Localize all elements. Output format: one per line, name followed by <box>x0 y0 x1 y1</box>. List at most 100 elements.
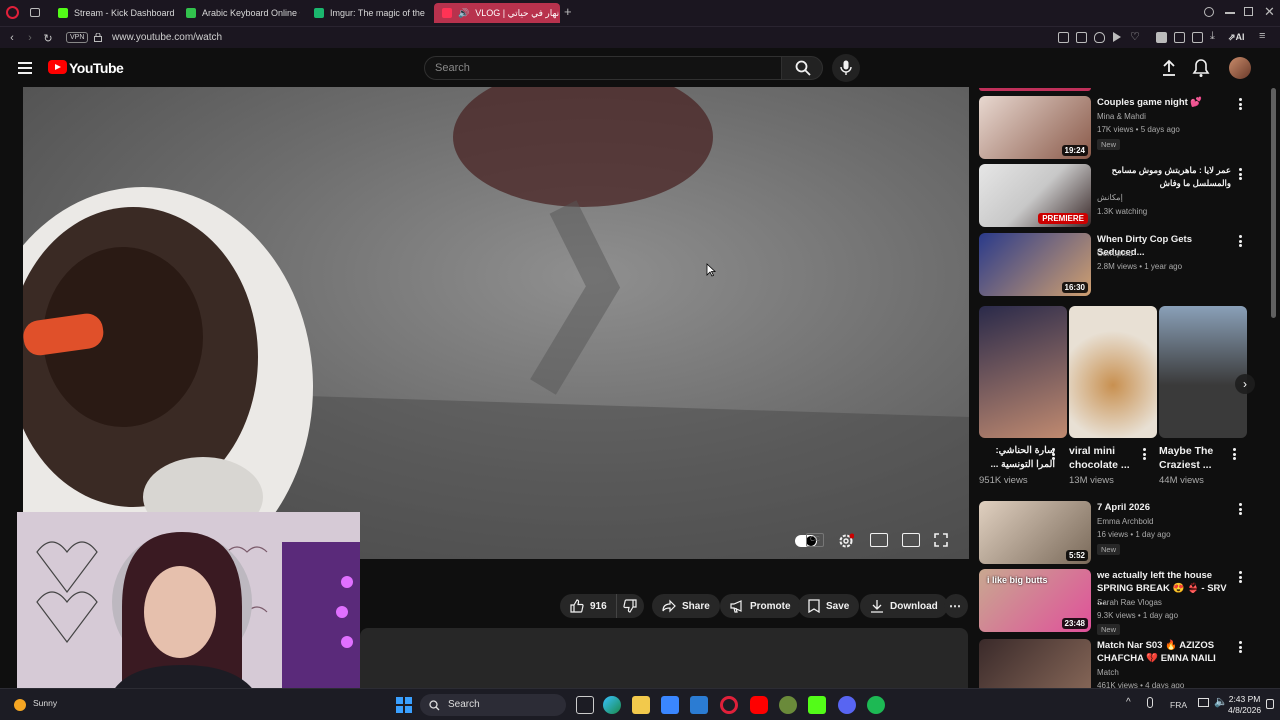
weather-sun-icon[interactable] <box>14 699 26 711</box>
weather-label[interactable]: Sunny <box>33 698 57 708</box>
shorts-next-button[interactable]: › <box>1235 374 1255 394</box>
video-thumbnail[interactable] <box>979 639 1091 688</box>
page-scrollbar[interactable] <box>1271 88 1276 318</box>
language-indicator[interactable]: FRA <box>1170 700 1187 710</box>
kick-app-icon[interactable] <box>808 696 826 714</box>
store-icon[interactable] <box>661 696 679 714</box>
bookmark-page-icon[interactable] <box>1058 32 1069 43</box>
search-tabs-icon[interactable] <box>1204 7 1214 17</box>
edge-icon[interactable] <box>603 696 621 714</box>
play-icon[interactable] <box>1113 32 1121 42</box>
outlook-icon[interactable] <box>690 696 708 714</box>
video-thumbnail[interactable]: 16:30 <box>979 233 1091 296</box>
more-vert-icon[interactable] <box>1239 98 1243 110</box>
more-vert-icon[interactable] <box>1239 641 1243 653</box>
promote-button[interactable]: Promote <box>720 594 801 618</box>
channel-name[interactable]: Corrupted <box>1097 248 1133 260</box>
tab-overview-icon[interactable] <box>30 8 40 17</box>
channel-name[interactable]: Emma Archbold <box>1097 516 1153 528</box>
more-vert-icon[interactable] <box>1239 235 1243 247</box>
voice-search-button[interactable] <box>832 54 860 82</box>
taskbar-search[interactable]: Search <box>420 694 566 716</box>
opera-icon[interactable] <box>720 696 738 714</box>
file-explorer-icon[interactable] <box>632 696 650 714</box>
channel-name[interactable]: Match <box>1097 667 1119 679</box>
notification-center-icon[interactable] <box>1266 699 1274 709</box>
app-icon[interactable] <box>779 696 797 714</box>
taskbar-clock[interactable]: 2:43 PM 4/8/2026 <box>1228 694 1261 716</box>
tab-youtube-vlog[interactable]: 🔊 VLOG | نهار في حياتي 😊 <box>434 3 560 23</box>
channel-name[interactable]: Sarah Rae Vlogas <box>1097 597 1162 609</box>
video-title[interactable]: Match Nar S03 🔥 AZIZOS CHAFCHA 💔 EMNA NA… <box>1097 639 1231 665</box>
url-field[interactable]: www.youtube.com/watch <box>112 32 222 43</box>
channel-name[interactable]: Mina & Mahdi <box>1097 111 1146 123</box>
settings-gear-icon[interactable] <box>838 533 856 548</box>
video-thumbnail[interactable]: 19:24 <box>979 96 1091 159</box>
search-input[interactable]: Search <box>424 56 782 80</box>
vpn-badge[interactable]: VPN <box>66 32 89 43</box>
tab-imgur[interactable]: Imgur: The magic of the In <box>306 3 428 23</box>
opera-menu-icon[interactable] <box>6 6 19 19</box>
video-thumbnail[interactable]: 5:52 <box>979 501 1091 564</box>
hamburger-menu-icon[interactable] <box>18 62 32 74</box>
cast-icon[interactable] <box>902 533 920 547</box>
extension-icon[interactable] <box>1156 32 1167 43</box>
wallet-icon[interactable] <box>1192 32 1203 43</box>
like-button[interactable]: 916 <box>560 594 616 618</box>
video-title[interactable]: 7 April 2026 <box>1097 501 1231 514</box>
video-thumbnail[interactable]: PREMIERE <box>979 164 1091 227</box>
menu-icon[interactable]: ≡ <box>1259 30 1265 42</box>
forward-icon[interactable]: › <box>22 27 38 49</box>
snapshot-icon[interactable] <box>1076 32 1087 43</box>
short-title[interactable]: Maybe The Craziest ... <box>1159 444 1235 472</box>
spotify-icon[interactable] <box>867 696 885 714</box>
short-thumbnail[interactable] <box>1069 306 1157 438</box>
minimize-icon[interactable] <box>1225 12 1235 14</box>
puzzle-icon[interactable] <box>1174 32 1185 43</box>
new-tab-button[interactable]: + <box>564 4 572 19</box>
notifications-bell-icon[interactable] <box>1191 58 1211 78</box>
volume-icon[interactable]: 🔈 <box>1214 695 1228 708</box>
more-vert-icon[interactable] <box>1143 448 1147 460</box>
tab-arabic-keyboard[interactable]: Arabic Keyboard Online • <box>178 3 300 23</box>
miniplayer-icon[interactable] <box>870 533 888 547</box>
more-vert-icon[interactable] <box>1239 168 1243 180</box>
save-button[interactable]: Save <box>798 594 860 618</box>
dislike-button[interactable] <box>616 594 644 618</box>
maximize-icon[interactable] <box>1244 7 1253 16</box>
channel-name[interactable]: إمكانش <box>1097 192 1123 204</box>
task-view-icon[interactable] <box>576 696 594 714</box>
tray-overflow-icon[interactable]: ^ <box>1126 697 1131 708</box>
video-thumbnail[interactable]: i like big butts 23:48 <box>979 569 1091 632</box>
more-vert-icon[interactable] <box>1239 503 1243 515</box>
download-icon[interactable]: ⤓ <box>1210 30 1215 43</box>
close-window-icon[interactable]: ✕ <box>1264 4 1275 20</box>
video-title[interactable]: Couples game night 💕 <box>1097 96 1231 109</box>
download-button[interactable]: Download <box>860 594 948 618</box>
back-icon[interactable]: ‹ <box>4 27 20 49</box>
tab-kick[interactable]: Stream - Kick Dashboard <box>50 3 174 23</box>
adblock-icon[interactable] <box>1094 32 1105 43</box>
captions-icon[interactable]: CC <box>806 533 824 547</box>
video-player[interactable] <box>23 87 969 559</box>
aria-ai-icon[interactable]: ⇗AI <box>1228 32 1245 43</box>
more-vert-icon[interactable] <box>1052 448 1056 460</box>
discord-icon[interactable] <box>838 696 856 714</box>
start-windows-icon[interactable] <box>396 697 412 713</box>
short-title[interactable]: viral mini chocolate ... <box>1069 444 1145 472</box>
search-button[interactable] <box>781 56 823 80</box>
youtube-app-icon[interactable] <box>750 696 768 714</box>
reload-icon[interactable]: ↻ <box>40 27 56 49</box>
youtube-wordmark[interactable]: YouTube <box>69 60 124 76</box>
fullscreen-icon[interactable] <box>934 533 952 547</box>
more-vert-icon[interactable] <box>1233 448 1237 460</box>
video-title[interactable]: عمر لايا : ماهربتش وموش مسامح والمسلسل م… <box>1097 164 1231 190</box>
avatar[interactable] <box>1229 57 1251 79</box>
short-thumbnail[interactable] <box>979 306 1067 438</box>
youtube-logo-icon[interactable] <box>48 60 67 74</box>
more-vert-icon[interactable] <box>1239 571 1243 583</box>
network-icon[interactable] <box>1198 698 1209 707</box>
share-button[interactable]: Share <box>652 594 720 618</box>
upload-icon[interactable] <box>1159 58 1179 78</box>
description-box[interactable] <box>360 628 968 688</box>
